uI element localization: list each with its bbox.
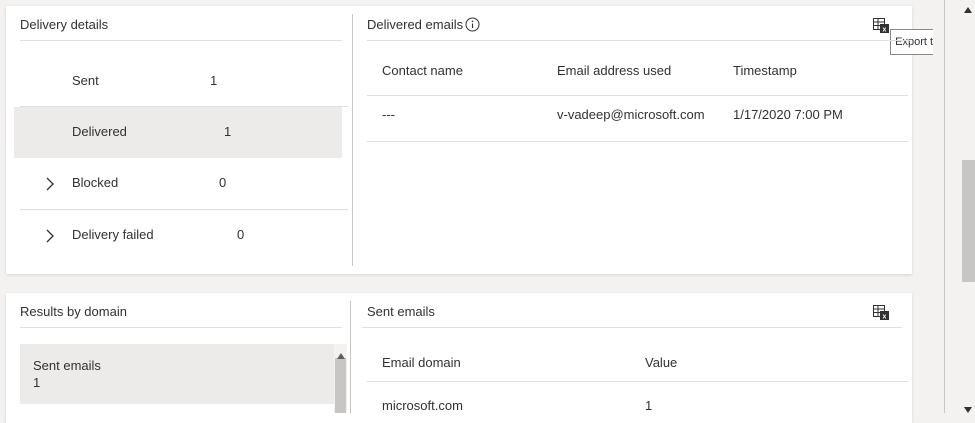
info-icon[interactable] xyxy=(465,17,480,32)
row-value: 1 xyxy=(210,73,218,88)
sent-emails-divider xyxy=(362,327,902,328)
row-label: Sent xyxy=(72,73,99,88)
delivery-details-divider xyxy=(20,40,342,41)
cell-email: v-vadeep@microsoft.com xyxy=(557,107,705,122)
row-label: Delivery failed xyxy=(72,227,154,242)
list-item[interactable]: Sent emails 1 xyxy=(20,344,334,404)
column-header-email-domain[interactable]: Email domain xyxy=(382,355,461,370)
chevron-right-icon[interactable] xyxy=(42,228,58,244)
delivery-row-delivered[interactable]: Delivered 1 xyxy=(14,107,342,158)
column-header-timestamp[interactable]: Timestamp xyxy=(733,63,797,78)
list-item-value: 1 xyxy=(33,375,41,390)
chevron-right-icon[interactable] xyxy=(42,176,58,192)
caret-down-icon[interactable] xyxy=(963,402,973,413)
caret-up-icon[interactable] xyxy=(337,347,345,359)
delivery-row-blocked[interactable]: Blocked 0 xyxy=(14,158,342,209)
cell-timestamp: 1/17/2020 7:00 PM xyxy=(733,107,843,122)
column-header-contact-name[interactable]: Contact name xyxy=(382,63,463,78)
results-by-domain-title: Results by domain xyxy=(20,304,127,319)
row-label: Delivered xyxy=(72,124,127,139)
cell-value: 1 xyxy=(645,398,653,413)
table-header-divider xyxy=(367,95,908,96)
delivery-details-title: Delivery details xyxy=(20,17,109,32)
page-scrollbar-thumb[interactable] xyxy=(962,160,975,282)
column-header-value[interactable]: Value xyxy=(645,355,677,370)
delivery-row-sent[interactable]: Sent 1 xyxy=(14,56,342,107)
cell-email-domain: microsoft.com xyxy=(382,398,463,413)
row-label: Blocked xyxy=(72,175,119,190)
panel-separator xyxy=(350,301,351,413)
panel-separator xyxy=(352,14,353,266)
table-row-divider xyxy=(367,141,908,142)
list-item-label: Sent emails xyxy=(33,358,101,373)
table-header-divider xyxy=(367,381,908,382)
list-scrollbar-thumb[interactable] xyxy=(335,358,346,413)
row-value: 1 xyxy=(224,124,232,139)
sent-emails-title: Sent emails xyxy=(367,304,435,319)
delivered-emails-title: Delivered emails xyxy=(367,17,464,32)
results-divider xyxy=(20,327,342,328)
delivered-emails-divider xyxy=(367,40,911,41)
row-value: 0 xyxy=(219,175,227,190)
excel-export-icon[interactable]: x xyxy=(872,16,890,34)
cell-contact-name: --- xyxy=(382,107,395,122)
delivery-row-failed[interactable]: Delivery failed 0 xyxy=(14,210,342,261)
scrollbar-divider xyxy=(944,0,945,413)
svg-text:x: x xyxy=(883,27,887,34)
row-value: 0 xyxy=(237,227,245,242)
svg-text:x: x xyxy=(883,314,887,321)
caret-up-icon[interactable] xyxy=(963,2,973,13)
excel-export-icon[interactable]: x xyxy=(872,303,890,321)
column-header-email[interactable]: Email address used xyxy=(557,63,671,78)
